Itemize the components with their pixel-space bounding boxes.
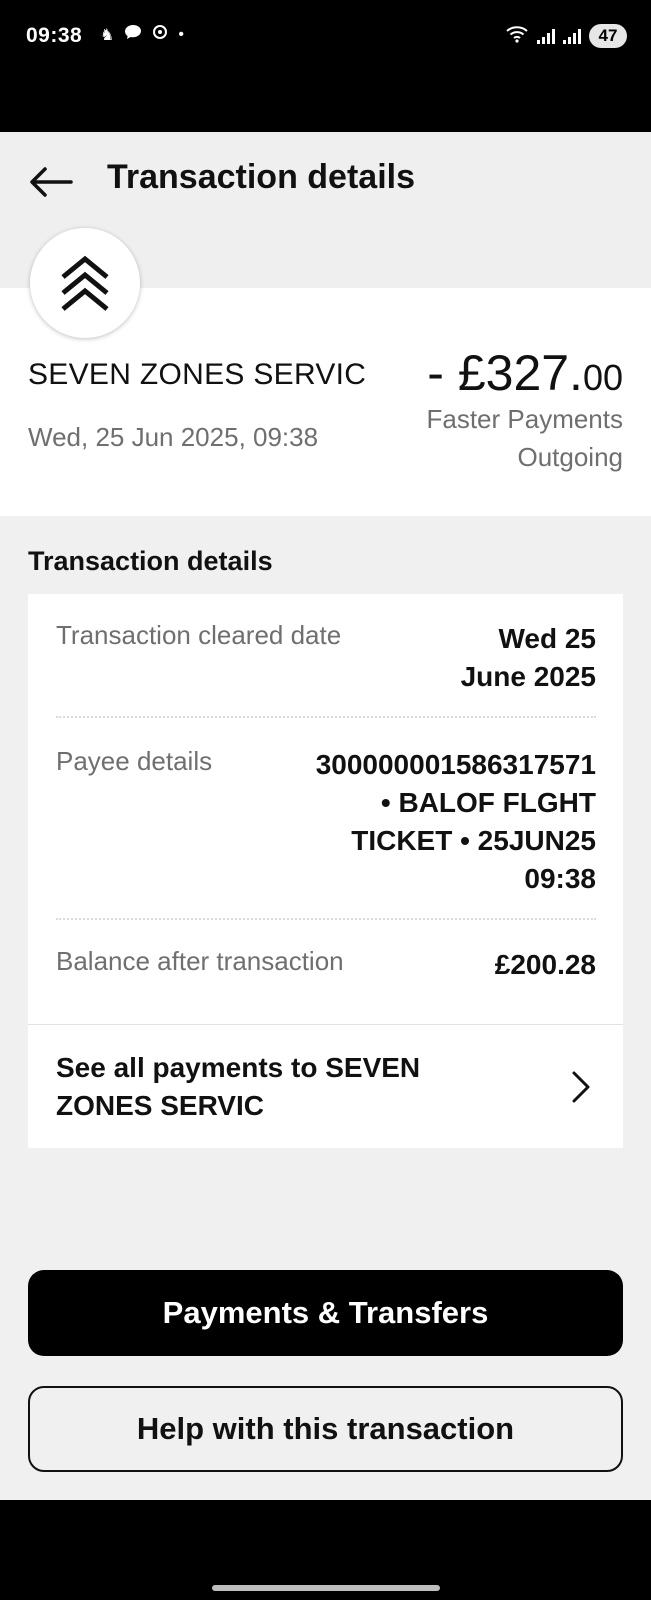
horse-icon: ♞ [100,26,115,44]
back-button[interactable] [26,160,76,204]
cleared-date-value-line2: June 2025 [460,661,596,692]
balance-value: £200.28 [494,949,596,980]
payments-transfers-button[interactable]: Payments & Transfers [28,1270,623,1356]
section-title: Transaction details [28,546,273,576]
amount-main: - £327. [427,345,583,401]
payee-line-1: 300000001586317571 [315,749,596,780]
merchant-logo [30,228,140,338]
battery-indicator: 47 [589,24,627,48]
payee-details-row: Payee details 300000001586317571 • BALOF… [56,746,596,906]
divider [56,716,596,718]
status-right: 47 [505,24,627,48]
details-card: Transaction cleared date Wed 25 June 202… [28,594,623,1148]
payee-details-value: 300000001586317571 • BALOF FLGHT TICKET … [316,746,596,898]
signal-roaming-icon [563,28,581,44]
balance-row: Balance after transaction £200.28 [56,946,596,990]
transaction-date: Wed, 25 Jun 2025, 09:38 [28,422,319,452]
cleared-date-label: Transaction cleared date [56,620,342,650]
see-all-line-2: ZONES SERVIC [56,1090,264,1121]
payee-line-3: TICKET • 25JUN25 [351,825,596,856]
chat-icon [124,24,142,45]
wifi-icon [505,25,529,48]
signal-icon [537,28,555,44]
merchant-name: SEVEN ZONES SERVIC [28,358,367,391]
chevron-right-icon [572,1071,590,1103]
balance-label: Balance after transaction [56,946,344,976]
cleared-date-value-line1: Wed 25 [498,623,596,654]
status-bar: 09:38 ♞ • 47 [0,0,651,132]
chevrons-up-icon [61,255,109,311]
cleared-date-row: Transaction cleared date Wed 25 June 202… [56,620,596,700]
notification-icons: ♞ • [100,24,184,45]
amount-cents: 00 [582,357,623,398]
see-all-payments-link[interactable]: See all payments to SEVEN ZONES SERVIC [28,1024,623,1148]
arrow-left-icon [30,167,73,197]
home-indicator[interactable] [212,1585,440,1591]
divider [56,918,596,920]
payment-type: Faster Payments Outgoing [426,404,623,472]
system-nav-bar [0,1500,651,1600]
cleared-date-value: Wed 25 June 2025 [461,620,596,696]
nfc-icon [152,24,168,45]
dot-icon: • [178,25,184,43]
see-all-payments-text: See all payments to SEVEN ZONES SERVIC [56,1049,496,1125]
see-all-line-1: See all payments to SEVEN [56,1052,421,1083]
payee-line-4: 09:38 [524,863,596,894]
payee-line-2: • BALOF FLGHT [380,787,596,818]
transaction-amount: - £327.00 [427,344,623,402]
status-time: 09:38 [26,24,83,47]
app-screen: Transaction details SEVEN ZONES SERVIC W… [0,132,651,1500]
help-transaction-button[interactable]: Help with this transaction [28,1386,623,1472]
page-title: Transaction details [107,158,415,196]
payee-details-label: Payee details [56,746,213,776]
